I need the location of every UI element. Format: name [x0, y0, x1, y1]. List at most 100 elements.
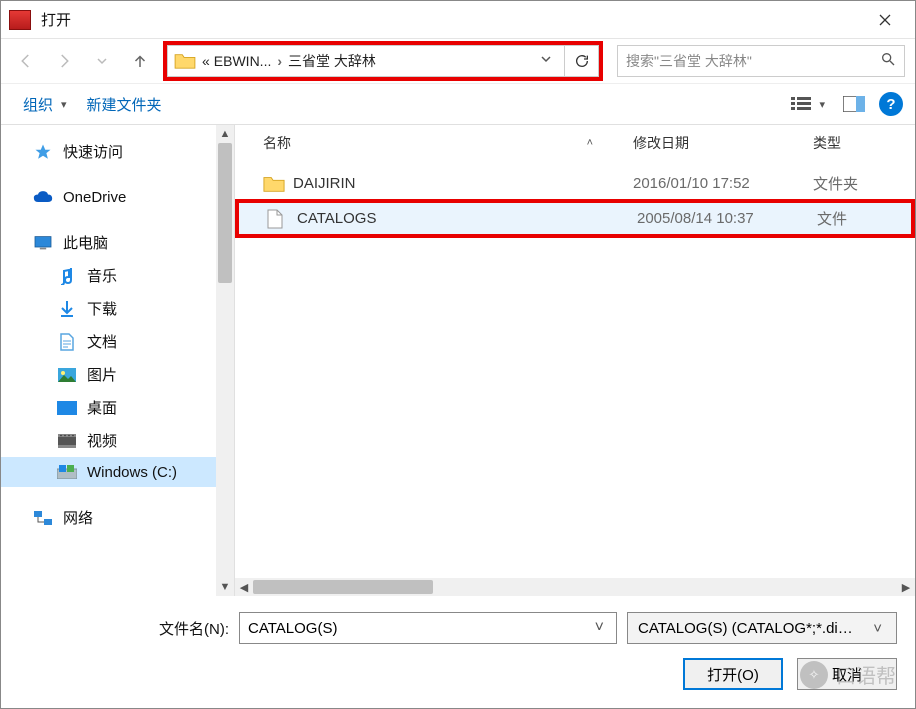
- refresh-icon: [574, 53, 590, 69]
- file-row-highlighted[interactable]: CATALOGS 2005/08/14 10:37 文件: [235, 199, 915, 238]
- sidebar-item-label: Windows (C:): [87, 464, 177, 481]
- sidebar-item-label: 视频: [87, 430, 117, 451]
- filename-row: 文件名(N): ˅ CATALOG(S) (CATALOG*;*.di… ˅: [19, 612, 897, 644]
- nav-forward-button[interactable]: [49, 46, 79, 76]
- sidebar-item-desktop[interactable]: 桌面: [1, 391, 234, 424]
- address-bar[interactable]: « EBWIN... › 三省堂 大辞林: [167, 45, 565, 77]
- sidebar-item-label: 桌面: [87, 397, 117, 418]
- breadcrumb-parent[interactable]: EBWIN...: [214, 53, 272, 69]
- sidebar-item-documents[interactable]: 文档: [1, 325, 234, 358]
- sidebar-item-quick-access[interactable]: 快速访问: [1, 135, 234, 168]
- sidebar-item-this-pc[interactable]: 此电脑: [1, 226, 234, 259]
- folder-icon: [263, 174, 285, 194]
- scrollbar-track[interactable]: [216, 143, 234, 578]
- arrow-left-icon: [17, 52, 35, 70]
- filename-input[interactable]: [248, 620, 591, 637]
- sidebar-item-network[interactable]: 网络: [1, 501, 234, 534]
- sidebar-item-downloads[interactable]: 下载: [1, 292, 234, 325]
- column-header-type[interactable]: 类型: [813, 133, 915, 153]
- address-bar-highlight: « EBWIN... › 三省堂 大辞林: [163, 41, 603, 81]
- filename-label: 文件名(N):: [159, 618, 229, 639]
- cancel-button[interactable]: 取消: [797, 658, 897, 690]
- sidebar-item-music[interactable]: 音乐: [1, 259, 234, 292]
- close-button[interactable]: [863, 1, 907, 38]
- chevron-right-icon: ›: [275, 53, 284, 69]
- picture-icon: [57, 366, 77, 384]
- file-date: 2016/01/10 17:52: [633, 175, 813, 192]
- app-icon: [9, 10, 31, 30]
- sidebar-item-label: 此电脑: [63, 232, 108, 253]
- open-button-label: 打开(O): [707, 664, 759, 685]
- network-icon: [33, 509, 53, 527]
- file-type: 文件: [817, 208, 911, 229]
- video-icon: [57, 432, 77, 450]
- preview-pane-button[interactable]: [839, 92, 869, 116]
- sidebar-item-label: 图片: [87, 364, 117, 385]
- scroll-left-icon[interactable]: ◀: [235, 578, 253, 596]
- file-name: DAIJIRIN: [293, 175, 633, 192]
- sidebar-item-videos[interactable]: 视频: [1, 424, 234, 457]
- new-folder-button[interactable]: 新建文件夹: [77, 88, 172, 121]
- preview-pane-icon: [843, 96, 865, 112]
- file-icon: [267, 209, 289, 229]
- search-icon[interactable]: [880, 51, 896, 71]
- arrow-right-icon: [55, 52, 73, 70]
- nav-history-button[interactable]: [87, 46, 117, 76]
- organize-label: 组织: [23, 94, 53, 115]
- button-row: 打开(O) 取消: [19, 658, 897, 690]
- scrollbar-h-track[interactable]: [253, 578, 897, 596]
- file-scrollbar-horizontal[interactable]: ◀ ▶: [235, 578, 915, 596]
- sidebar-item-onedrive[interactable]: OneDrive: [1, 182, 234, 212]
- column-header-name[interactable]: 名称 ˄: [263, 133, 633, 153]
- sidebar-scrollbar[interactable]: ▲ ▼: [216, 125, 234, 596]
- view-mode-button[interactable]: ▾: [787, 92, 829, 116]
- file-date: 2005/08/14 10:37: [637, 210, 817, 227]
- refresh-button[interactable]: [565, 45, 599, 77]
- sidebar-item-label: 网络: [63, 507, 93, 528]
- nav-up-button[interactable]: [125, 46, 155, 76]
- breadcrumb-root[interactable]: «: [202, 53, 210, 69]
- file-row[interactable]: DAIJIRIN 2016/01/10 17:52 文件夹: [235, 168, 915, 199]
- sidebar-item-pictures[interactable]: 图片: [1, 358, 234, 391]
- chevron-down-icon: [540, 53, 552, 65]
- nav-back-button[interactable]: [11, 46, 41, 76]
- star-icon: [33, 143, 53, 161]
- sidebar-item-label: OneDrive: [63, 189, 126, 206]
- column-header-date[interactable]: 修改日期: [633, 133, 813, 153]
- folder-icon: [174, 52, 196, 70]
- arrow-up-icon: [131, 52, 149, 70]
- organize-button[interactable]: 组织 ▾: [13, 88, 77, 121]
- list-view-icon: [791, 96, 813, 112]
- breadcrumb-current[interactable]: 三省堂 大辞林: [288, 51, 376, 71]
- drive-icon: [57, 463, 77, 481]
- open-dialog-window: 打开 « EBWIN... › 三省: [0, 0, 916, 709]
- address-dropdown-button[interactable]: [534, 52, 558, 70]
- file-type-filter-combo[interactable]: CATALOG(S) (CATALOG*;*.di… ˅: [627, 612, 897, 644]
- document-icon: [57, 333, 77, 351]
- sidebar-item-c-drive[interactable]: Windows (C:): [1, 457, 234, 487]
- scrollbar-h-thumb[interactable]: [253, 580, 433, 594]
- toolbar: 组织 ▾ 新建文件夹 ▾ ?: [1, 83, 915, 125]
- dialog-body: 快速访问 OneDrive 此电脑 音乐: [1, 125, 915, 596]
- search-box[interactable]: [617, 45, 905, 77]
- dialog-footer: 文件名(N): ˅ CATALOG(S) (CATALOG*;*.di… ˅ 打…: [1, 596, 915, 708]
- chevron-down-icon: ˅: [869, 620, 886, 637]
- file-name: CATALOGS: [297, 210, 637, 227]
- sidebar-item-label: 音乐: [87, 265, 117, 286]
- titlebar: 打开: [1, 1, 915, 39]
- scroll-down-icon[interactable]: ▼: [216, 578, 234, 596]
- new-folder-label: 新建文件夹: [87, 94, 162, 115]
- monitor-icon: [33, 234, 53, 252]
- scrollbar-thumb[interactable]: [218, 143, 232, 283]
- sort-asc-icon: ˄: [587, 137, 633, 149]
- open-button[interactable]: 打开(O): [683, 658, 783, 690]
- scroll-up-icon[interactable]: ▲: [216, 125, 234, 143]
- help-button[interactable]: ?: [879, 92, 903, 116]
- chevron-down-icon[interactable]: ˅: [591, 619, 608, 637]
- scroll-right-icon[interactable]: ▶: [897, 578, 915, 596]
- cloud-icon: [33, 188, 53, 206]
- search-input[interactable]: [626, 53, 880, 69]
- filename-combo[interactable]: ˅: [239, 612, 617, 644]
- desktop-icon: [57, 399, 77, 417]
- close-icon: [879, 14, 891, 26]
